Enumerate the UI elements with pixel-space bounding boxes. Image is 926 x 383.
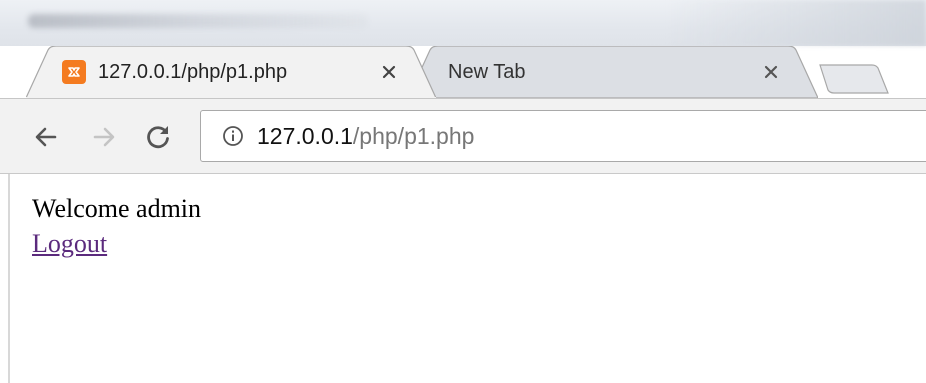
tab-active[interactable]: 127.0.0.1/php/p1.php xyxy=(26,46,436,98)
logout-link[interactable]: Logout xyxy=(32,229,107,259)
url-text: 127.0.0.1/php/p1.php xyxy=(257,123,474,150)
tab-strip: 127.0.0.1/php/p1.php New Tab xyxy=(0,40,926,102)
new-tab-button[interactable] xyxy=(814,64,890,94)
back-button[interactable] xyxy=(30,121,62,153)
reload-icon xyxy=(147,126,169,149)
browser-toolbar: 127.0.0.1/php/p1.php xyxy=(0,98,926,174)
welcome-message: Welcome admin xyxy=(32,194,202,223)
reload-button[interactable] xyxy=(142,121,174,153)
blurred-window-title xyxy=(28,14,368,28)
tab-title: 127.0.0.1/php/p1.php xyxy=(98,60,288,83)
close-tab-icon[interactable] xyxy=(760,61,782,83)
browser-window: 127.0.0.1/php/p1.php New Tab 127.0.0.1/p… xyxy=(0,0,926,383)
tab-content: 127.0.0.1/php/p1.php xyxy=(26,46,436,98)
address-bar[interactable]: 127.0.0.1/php/p1.php xyxy=(200,110,926,162)
tab-content: New Tab xyxy=(408,46,818,98)
tab-title: New Tab xyxy=(448,60,526,83)
url-host: 127.0.0.1 xyxy=(257,122,353,149)
forward-button[interactable] xyxy=(88,121,120,153)
arrow-right-icon xyxy=(93,127,115,147)
tab-new-tab[interactable]: New Tab xyxy=(408,46,818,98)
arrow-left-icon xyxy=(35,127,57,147)
close-tab-icon[interactable] xyxy=(378,61,400,83)
info-icon[interactable] xyxy=(221,124,245,148)
url-path: /php/p1.php xyxy=(352,122,475,149)
xampp-icon xyxy=(62,60,86,84)
page-content: Welcome admin Logout xyxy=(8,174,926,383)
